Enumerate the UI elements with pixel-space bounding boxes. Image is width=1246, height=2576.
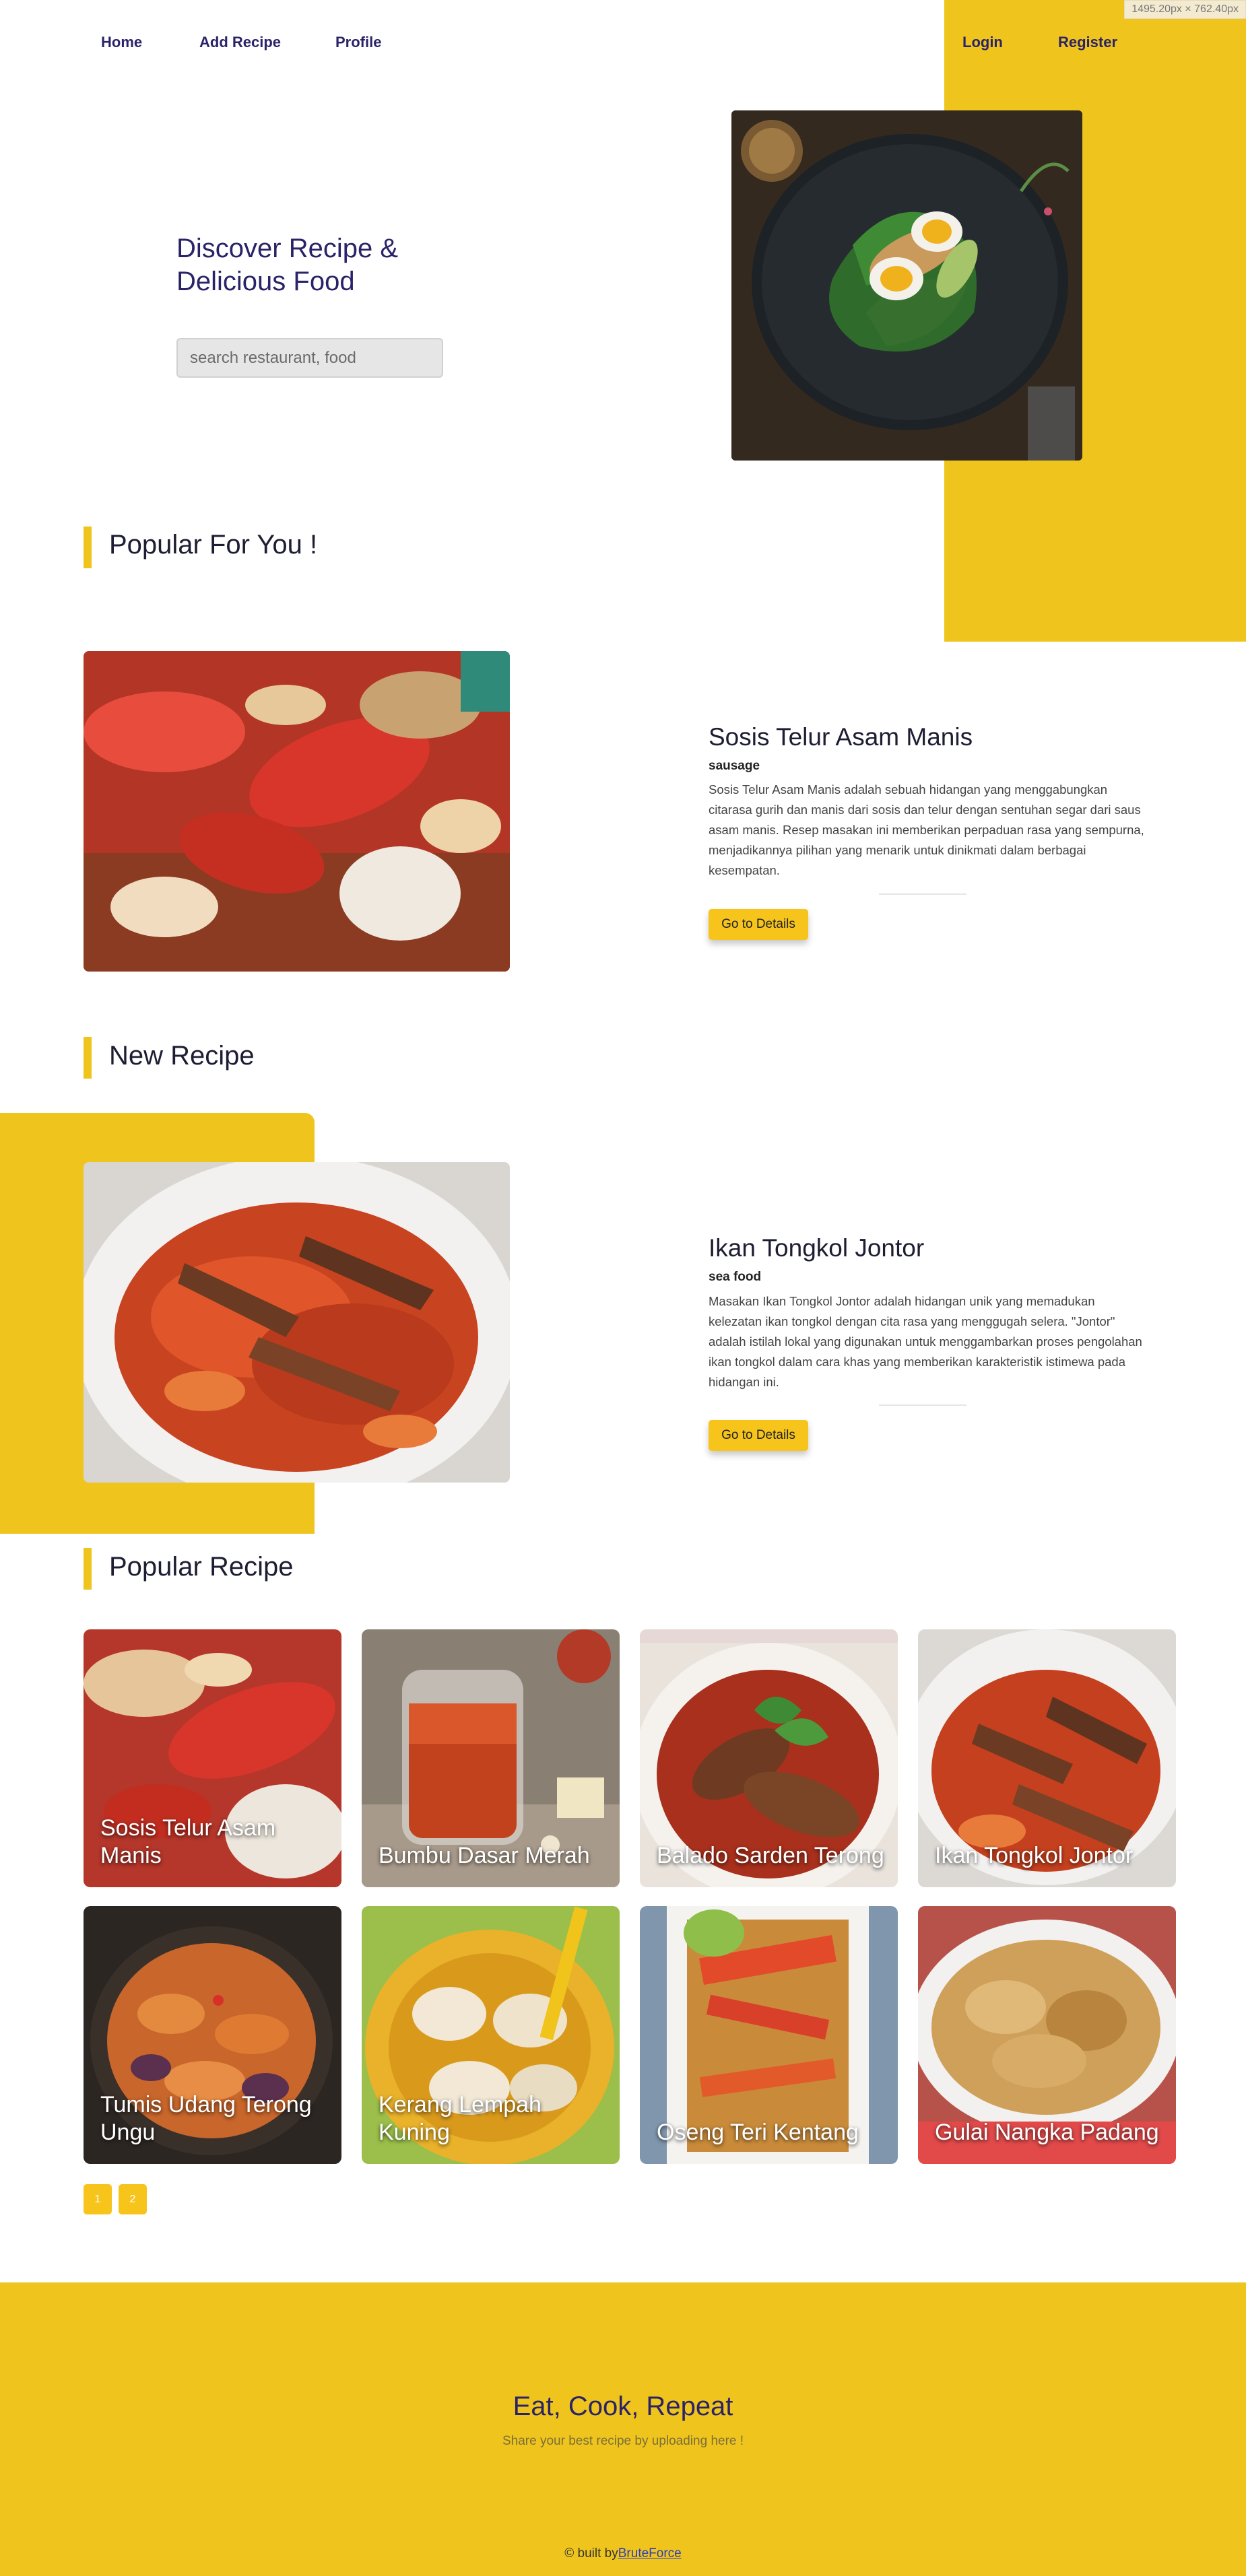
recipe-card-title: Balado Sarden Terong [657,1843,884,1868]
section-title-popular-for-you: Popular For You ! [109,530,318,560]
footer-title: Eat, Cook, Repeat [513,2392,733,2421]
footer-credit-link[interactable]: BruteForce [618,2546,682,2561]
recipe-card[interactable]: Bumbu Dasar Merah [362,1629,620,1887]
nav-profile-link[interactable]: Profile [335,34,381,51]
recipe-card-title: Tumis Udang Terong Ungu [100,2092,312,2145]
footer-credit: © built byBruteForce [0,2546,1246,2561]
divider [879,893,966,895]
hero-food-image [731,110,1082,461]
recipe-card[interactable]: Gulai Nangka Padang [918,1906,1176,2164]
footer-credit-text: © built by [564,2546,618,2561]
recipe-card[interactable]: Kerang Lempah Kuning [362,1906,620,2164]
section-title-popular-recipe: Popular Recipe [109,1552,294,1582]
section-marker [84,527,92,568]
pagination-page-1[interactable]: 1 [84,2184,112,2214]
featured-new-description: Masakan Ikan Tongkol Jontor adalah hidan… [709,1294,1142,1389]
featured-popular-category: sausage [709,759,760,773]
featured-new-title: Ikan Tongkol Jontor [709,1234,925,1262]
hero-title: Discover Recipe & Delicious Food [176,234,399,296]
recipe-card[interactable]: Sosis Telur Asam Manis [84,1629,341,1887]
nav-home-link[interactable]: Home [101,34,142,51]
new-go-to-details-button[interactable]: Go to Details [709,1420,808,1451]
recipe-card-title: Oseng Teri Kentang [657,2120,859,2145]
footer-subtitle: Share your best recipe by uploading here… [502,2434,744,2448]
divider [879,1404,966,1406]
viewport-size-badge: 1495.20px × 762.40px [1124,0,1246,19]
recipe-card[interactable]: Oseng Teri Kentang [640,1906,898,2164]
recipe-card-title: Gulai Nangka Padang [935,2120,1159,2145]
section-marker [84,1037,92,1079]
nav-login-link[interactable]: Login [962,34,1003,51]
nav-register-link[interactable]: Register [1058,34,1117,51]
nav-add-recipe-link[interactable]: Add Recipe [199,34,281,51]
featured-new-category: sea food [709,1270,762,1284]
section-marker [84,1548,92,1590]
recipe-card[interactable]: Balado Sarden Terong [640,1629,898,1887]
recipe-card-title: Kerang Lempah Kuning [379,2092,542,2145]
recipe-card[interactable]: Ikan Tongkol Jontor [918,1629,1176,1887]
footer [0,2282,1246,2576]
recipe-card-title: Ikan Tongkol Jontor [935,1843,1134,1868]
popular-go-to-details-button[interactable]: Go to Details [709,909,808,940]
pagination-page-2[interactable]: 2 [119,2184,147,2214]
featured-popular-image [84,651,510,972]
recipe-card-title: Sosis Telur Asam Manis [100,1815,276,1868]
search-input[interactable] [176,338,443,378]
featured-popular-title: Sosis Telur Asam Manis [709,723,973,751]
featured-popular-description: Sosis Telur Asam Manis adalah sebuah hid… [709,782,1144,877]
featured-new-image [84,1162,510,1483]
recipe-card-title: Bumbu Dasar Merah [379,1843,590,1868]
recipe-card[interactable]: Tumis Udang Terong Ungu [84,1906,341,2164]
section-title-new-recipe: New Recipe [109,1041,255,1071]
